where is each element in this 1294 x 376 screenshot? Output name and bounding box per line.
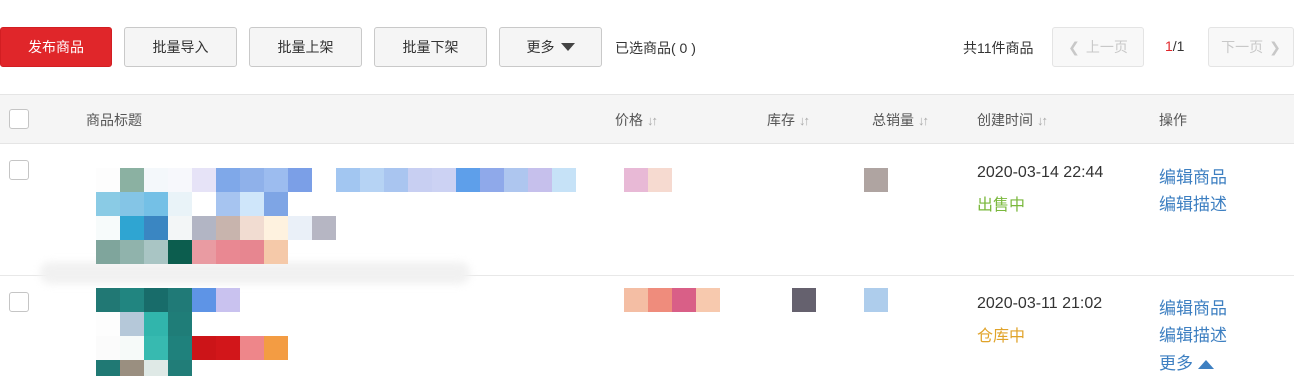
next-page-button[interactable]: 下一页 ❯ [1208, 27, 1294, 67]
header-sales[interactable]: 总销量 ↓↑ [872, 110, 929, 130]
header-title: 商品标题 [86, 110, 142, 130]
row-checkbox[interactable] [9, 292, 29, 312]
header-actions-label: 操作 [1159, 112, 1187, 128]
header-title-label: 商品标题 [86, 112, 142, 128]
status-in-warehouse: 仓库中 [977, 328, 1026, 345]
edit-description-link[interactable]: 编辑描述 [1159, 321, 1227, 346]
table-header: 商品标题 价格 ↓↑ 库存 ↓↑ 总销量 ↓↑ 创建时间 ↓↑ 操作 [0, 94, 1294, 144]
status-on-sale: 出售中 [977, 197, 1026, 214]
total-count: 共11件商品 [963, 40, 1034, 56]
header-created[interactable]: 创建时间 ↓↑ [977, 110, 1048, 130]
header-actions: 操作 [1159, 110, 1187, 130]
selected-count: 已选商品( 0 ) [615, 40, 696, 56]
table-row: 2020-03-11 21:02 仓库中 编辑商品 编辑描述 更多 [0, 276, 1294, 376]
more-actions-label: 更多 [1159, 354, 1193, 373]
caret-down-icon [560, 43, 575, 51]
next-page-label: 下一页 [1221, 39, 1264, 55]
prev-page-button[interactable]: ❮ 上一页 [1052, 27, 1144, 67]
caret-up-icon [1198, 360, 1214, 370]
edit-description-link[interactable]: 编辑描述 [1159, 190, 1227, 215]
more-label: 更多 [526, 39, 555, 55]
more-actions-link[interactable]: 更多 [1159, 349, 1214, 374]
edit-goods-link[interactable]: 编辑商品 [1159, 163, 1227, 188]
header-stock[interactable]: 库存 ↓↑ [767, 110, 810, 130]
sort-icon: ↓↑ [1037, 112, 1048, 128]
created-time: 2020-03-11 21:02 [977, 295, 1103, 312]
toolbar: 发布商品 批量导入 批量上架 批量下架 更多 已选商品( 0 ) 共11件商品 … [0, 0, 1294, 94]
select-all-checkbox[interactable] [9, 109, 29, 129]
table-row: 2020-03-14 22:44 出售中 编辑商品 编辑描述 [0, 144, 1294, 284]
created-time: 2020-03-14 22:44 [977, 164, 1104, 181]
header-price[interactable]: 价格 ↓↑ [615, 110, 658, 130]
more-dropdown-button[interactable]: 更多 [499, 27, 602, 67]
batch-import-button[interactable]: 批量导入 [124, 27, 237, 67]
batch-unshelve-button[interactable]: 批量下架 [374, 27, 487, 67]
page-indicator: 1/1 [1165, 38, 1184, 54]
batch-shelve-button[interactable]: 批量上架 [249, 27, 362, 67]
sort-icon: ↓↑ [918, 112, 929, 128]
chevron-left-icon: ❮ [1068, 38, 1080, 55]
header-stock-label: 库存 [767, 112, 795, 128]
prev-page-label: 上一页 [1085, 39, 1128, 55]
current-page: 1 [1165, 38, 1173, 54]
header-created-label: 创建时间 [977, 112, 1033, 128]
total-pages: /1 [1172, 38, 1185, 54]
chevron-right-icon: ❯ [1269, 38, 1281, 55]
row-checkbox[interactable] [9, 160, 29, 180]
sort-icon: ↓↑ [647, 112, 658, 128]
header-price-label: 价格 [615, 112, 643, 128]
edit-goods-link[interactable]: 编辑商品 [1159, 294, 1227, 319]
publish-goods-button[interactable]: 发布商品 [0, 27, 112, 67]
header-sales-label: 总销量 [872, 112, 914, 128]
sort-icon: ↓↑ [799, 112, 810, 128]
